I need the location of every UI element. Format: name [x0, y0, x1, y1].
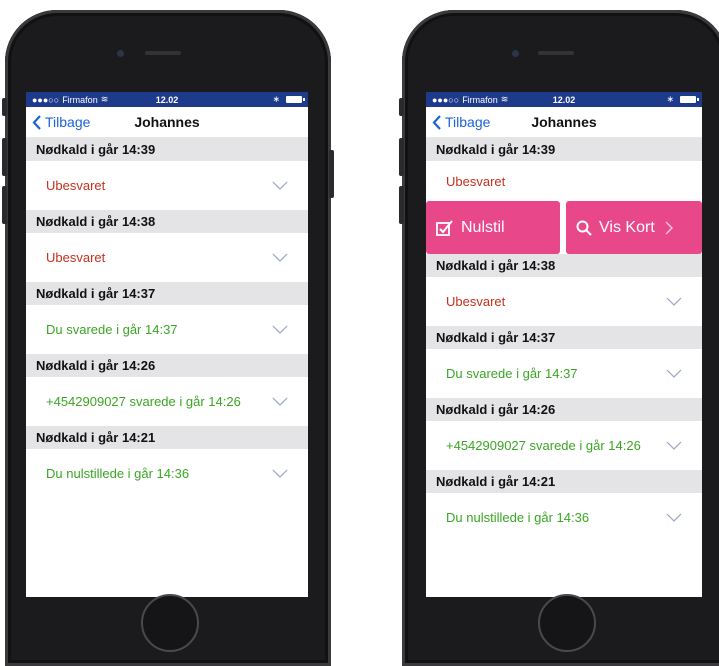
- back-label: Tilbage: [445, 114, 491, 130]
- status-time: 12.02: [552, 94, 576, 105]
- status-time: 12.02: [155, 94, 179, 105]
- call-status: +4542909027 svarede i går 14:26: [446, 438, 641, 453]
- call-actions: Nulstil Vis Kort: [426, 201, 702, 254]
- call-header: Nødkald i går 14:39: [26, 138, 308, 161]
- battery-icon: [286, 96, 305, 103]
- chevron-down-icon: [272, 469, 288, 478]
- chevron-down-icon: [272, 181, 288, 190]
- reset-label: Nulstil: [461, 218, 505, 236]
- mute-switch: [399, 98, 404, 116]
- call-status: Du svarede i går 14:37: [446, 366, 578, 381]
- call-header: Nødkald i går 14:21: [426, 470, 702, 493]
- checkbox-icon: [436, 219, 453, 236]
- call-status: Du svarede i går 14:37: [46, 322, 178, 337]
- call-status: Du nulstillede i går 14:36: [46, 466, 190, 481]
- power-button: [329, 150, 334, 198]
- front-camera: [117, 50, 124, 57]
- status-bar: ●●●○○ Firmafon ≋ 12.02 ∗: [26, 92, 308, 107]
- call-header: Nødkald i går 14:21: [26, 426, 308, 449]
- call-status: Du nulstillede i går 14:36: [446, 510, 590, 525]
- call-header: Nødkald i går 14:37: [26, 282, 308, 305]
- chevron-down-icon: [666, 297, 682, 306]
- call-row[interactable]: Du nulstillede i går 14:36: [26, 449, 308, 498]
- screen: ●●●○○ Firmafon ≋ 12.02 ∗ Tilbage Johanne…: [26, 92, 308, 597]
- reset-button[interactable]: Nulstil: [426, 201, 561, 254]
- chevron-down-icon: [272, 325, 288, 334]
- home-button[interactable]: [141, 594, 199, 652]
- chevron-down-icon: [272, 253, 288, 262]
- call-status: Ubesvaret: [46, 250, 106, 265]
- chevron-down-icon: [666, 369, 682, 378]
- call-row[interactable]: Du svarede i går 14:37: [426, 349, 702, 398]
- search-icon: [576, 220, 592, 236]
- show-map-label: Vis Kort: [599, 218, 655, 236]
- call-row[interactable]: Ubesvaret: [26, 161, 308, 210]
- earpiece-speaker: [145, 51, 181, 55]
- chevron-down-icon: [272, 397, 288, 406]
- chevron-left-icon: [32, 114, 41, 130]
- screen: ●●●○○ Firmafon ≋ 12.02 ∗ Tilbage Johanne…: [426, 92, 702, 597]
- chevron-down-icon: [666, 513, 682, 522]
- call-row[interactable]: Du nulstillede i går 14:36: [426, 493, 702, 542]
- home-button[interactable]: [538, 594, 596, 652]
- call-status: Ubesvaret: [446, 294, 506, 309]
- call-header: Nødkald i går 14:38: [426, 254, 702, 277]
- earpiece-speaker: [538, 51, 574, 55]
- volume-up-button: [399, 138, 404, 176]
- back-label: Tilbage: [45, 114, 91, 130]
- show-map-button[interactable]: Vis Kort: [566, 201, 702, 254]
- call-row[interactable]: +4542909027 svarede i går 14:26: [426, 421, 702, 470]
- call-status: +4542909027 svarede i går 14:26: [46, 394, 241, 409]
- volume-up-button: [2, 138, 7, 176]
- phone-right: ●●●○○ Firmafon ≋ 12.02 ∗ Tilbage Johanne…: [399, 10, 719, 666]
- status-bar: ●●●○○ Firmafon ≋ 12.02 ∗: [426, 92, 702, 107]
- call-status: Ubesvaret: [46, 178, 106, 193]
- call-row-expanded[interactable]: Ubesvaret: [426, 161, 702, 201]
- battery-icon: [680, 96, 699, 103]
- call-row[interactable]: +4542909027 svarede i går 14:26: [26, 377, 308, 426]
- back-button[interactable]: Tilbage: [426, 114, 490, 130]
- call-header: Nødkald i går 14:37: [426, 326, 702, 349]
- call-header: Nødkald i går 14:26: [26, 354, 308, 377]
- phone-left: ●●●○○ Firmafon ≋ 12.02 ∗ Tilbage Johanne…: [2, 10, 334, 666]
- call-header: Nødkald i går 14:39: [426, 138, 702, 161]
- back-button[interactable]: Tilbage: [26, 114, 90, 130]
- chevron-left-icon: [432, 114, 441, 130]
- call-status: Ubesvaret: [446, 173, 506, 189]
- call-row[interactable]: Ubesvaret: [426, 277, 702, 326]
- call-header: Nødkald i går 14:38: [26, 210, 308, 233]
- volume-down-button: [2, 186, 7, 224]
- nav-bar: Tilbage Johannes: [426, 107, 702, 138]
- volume-down-button: [399, 186, 404, 224]
- call-row[interactable]: Ubesvaret: [26, 233, 308, 282]
- mute-switch: [2, 98, 7, 116]
- chevron-right-icon: [665, 220, 673, 235]
- chevron-down-icon: [666, 441, 682, 450]
- front-camera: [512, 50, 519, 57]
- call-row[interactable]: Du svarede i går 14:37: [26, 305, 308, 354]
- nav-bar: Tilbage Johannes: [26, 107, 308, 138]
- call-header: Nødkald i går 14:26: [426, 398, 702, 421]
